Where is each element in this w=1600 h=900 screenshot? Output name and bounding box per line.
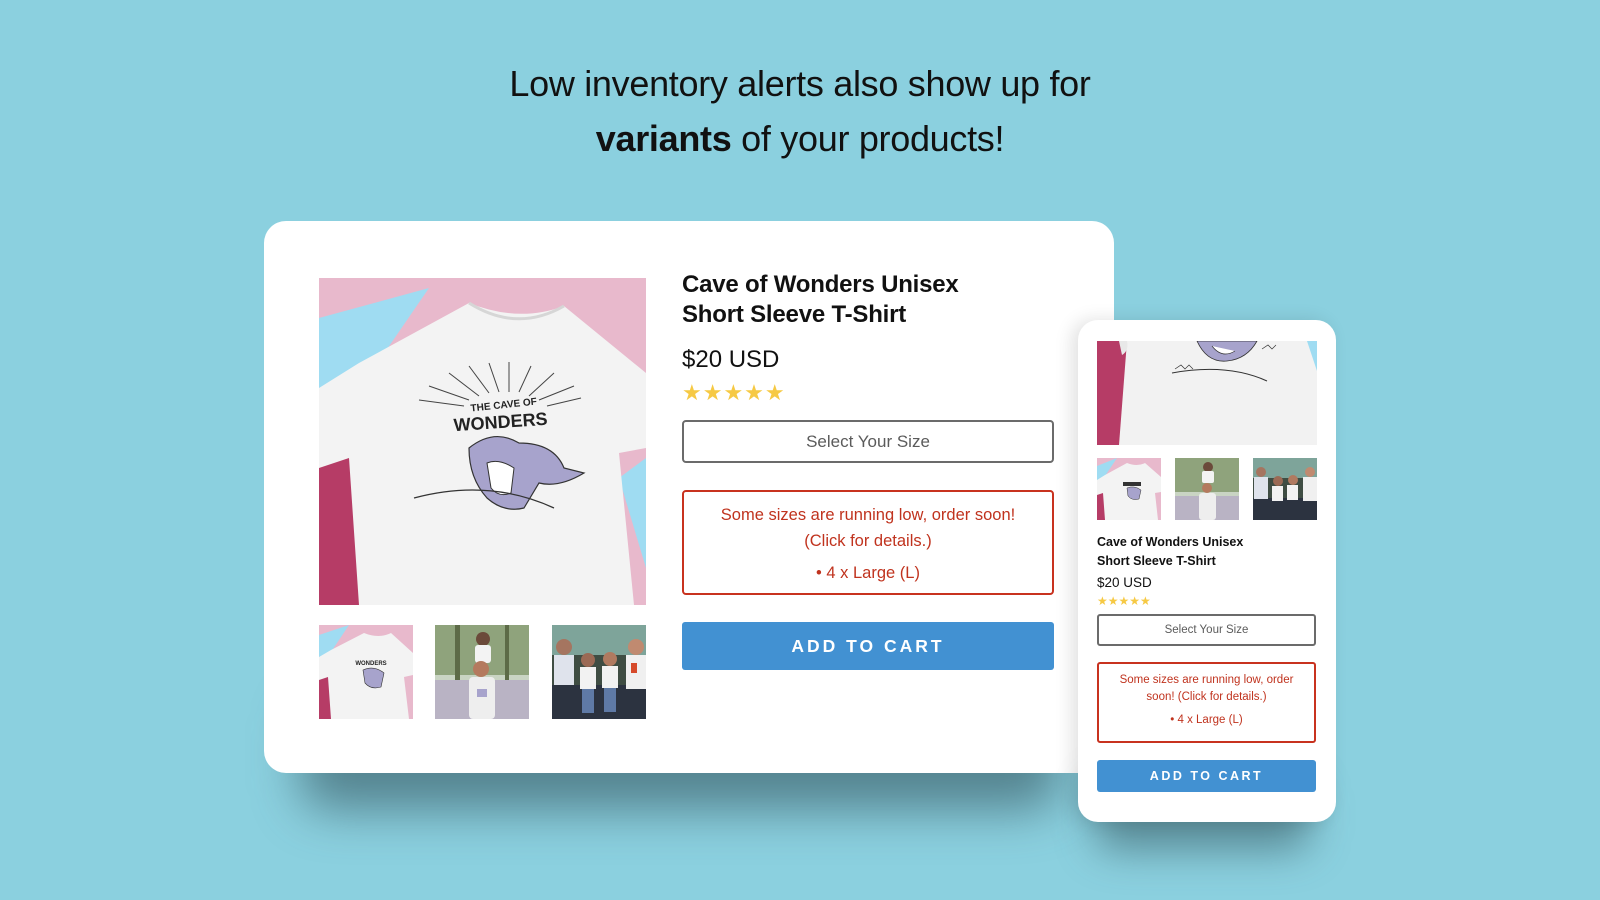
mobile-product-title-line-2: Short Sleeve T-Shirt [1097, 553, 1216, 568]
mobile-thumbnail-father-daughter-photo[interactable] [1175, 458, 1239, 520]
headline: Low inventory alerts also show up for va… [0, 56, 1600, 166]
headline-emphasis: variants [595, 118, 732, 159]
mobile-alert-message-line-1: Some sizes are running low, order [1119, 674, 1294, 686]
product-title-line-2: Short Sleeve T-Shirt [682, 301, 907, 328]
mobile-add-to-cart-button[interactable]: ADD TO CART [1097, 760, 1316, 792]
product-title: Cave of Wonders Unisex Short Sleeve T-Sh… [682, 270, 1054, 330]
headline-line-2-rest: of your products! [731, 118, 1005, 159]
thumbnail-father-daughter-photo[interactable] [435, 625, 529, 719]
mobile-main-product-image[interactable] [1097, 341, 1317, 445]
product-info: Cave of Wonders Unisex Short Sleeve T-Sh… [682, 270, 1054, 670]
headline-line-2: variants of your products! [0, 111, 1600, 166]
alert-details-link[interactable]: (Click for details.) [684, 528, 1052, 554]
mobile-star-rating: ★★★★★ [1097, 594, 1151, 608]
headline-line-1: Low inventory alerts also show up for [509, 63, 1091, 104]
mobile-product-card: Cave of Wonders Unisex Short Sleeve T-Sh… [1078, 320, 1336, 822]
mobile-product-info: Cave of Wonders Unisex Short Sleeve T-Sh… [1097, 533, 1316, 792]
alert-message: Some sizes are running low, order soon! [720, 506, 1016, 524]
mobile-alert-variant-item: • 4 x Large (L) [1170, 714, 1243, 726]
mobile-thumbnail-family-photo[interactable] [1253, 458, 1317, 520]
desktop-product-card: THE CAVE OF WONDERS WONDERS Cave of Wond… [264, 221, 1114, 773]
add-to-cart-button[interactable]: ADD TO CART [682, 622, 1054, 670]
thumbnail-family-photo[interactable] [552, 625, 646, 719]
size-select[interactable]: Select Your Size [682, 420, 1054, 463]
thumb-print-text: WONDERS [355, 661, 386, 667]
mobile-product-price: $20 USD [1097, 575, 1152, 590]
thumbnail-shirt-flat-lay[interactable]: WONDERS [319, 625, 413, 719]
mobile-low-inventory-alert[interactable]: Some sizes are running low, order soon! … [1097, 662, 1316, 743]
main-product-image[interactable]: THE CAVE OF WONDERS [319, 278, 646, 605]
mobile-thumbnail-strip [1097, 458, 1317, 520]
alert-variant-item: • 4 x Large (L) [816, 564, 920, 582]
mobile-thumbnail-shirt-flat-lay[interactable] [1097, 458, 1161, 520]
mobile-product-title: Cave of Wonders Unisex Short Sleeve T-Sh… [1097, 533, 1316, 570]
mobile-alert-message-line-2[interactable]: soon! (Click for details.) [1105, 689, 1308, 706]
low-inventory-alert[interactable]: Some sizes are running low, order soon! … [682, 490, 1054, 595]
thumbnail-strip: WONDERS [319, 625, 646, 719]
mobile-product-title-line-1: Cave of Wonders Unisex [1097, 535, 1244, 549]
mobile-size-select[interactable]: Select Your Size [1097, 614, 1316, 646]
star-rating: ★★★★★ [682, 380, 786, 405]
product-title-line-1: Cave of Wonders Unisex [682, 271, 959, 298]
product-price: $20 USD [682, 346, 780, 373]
